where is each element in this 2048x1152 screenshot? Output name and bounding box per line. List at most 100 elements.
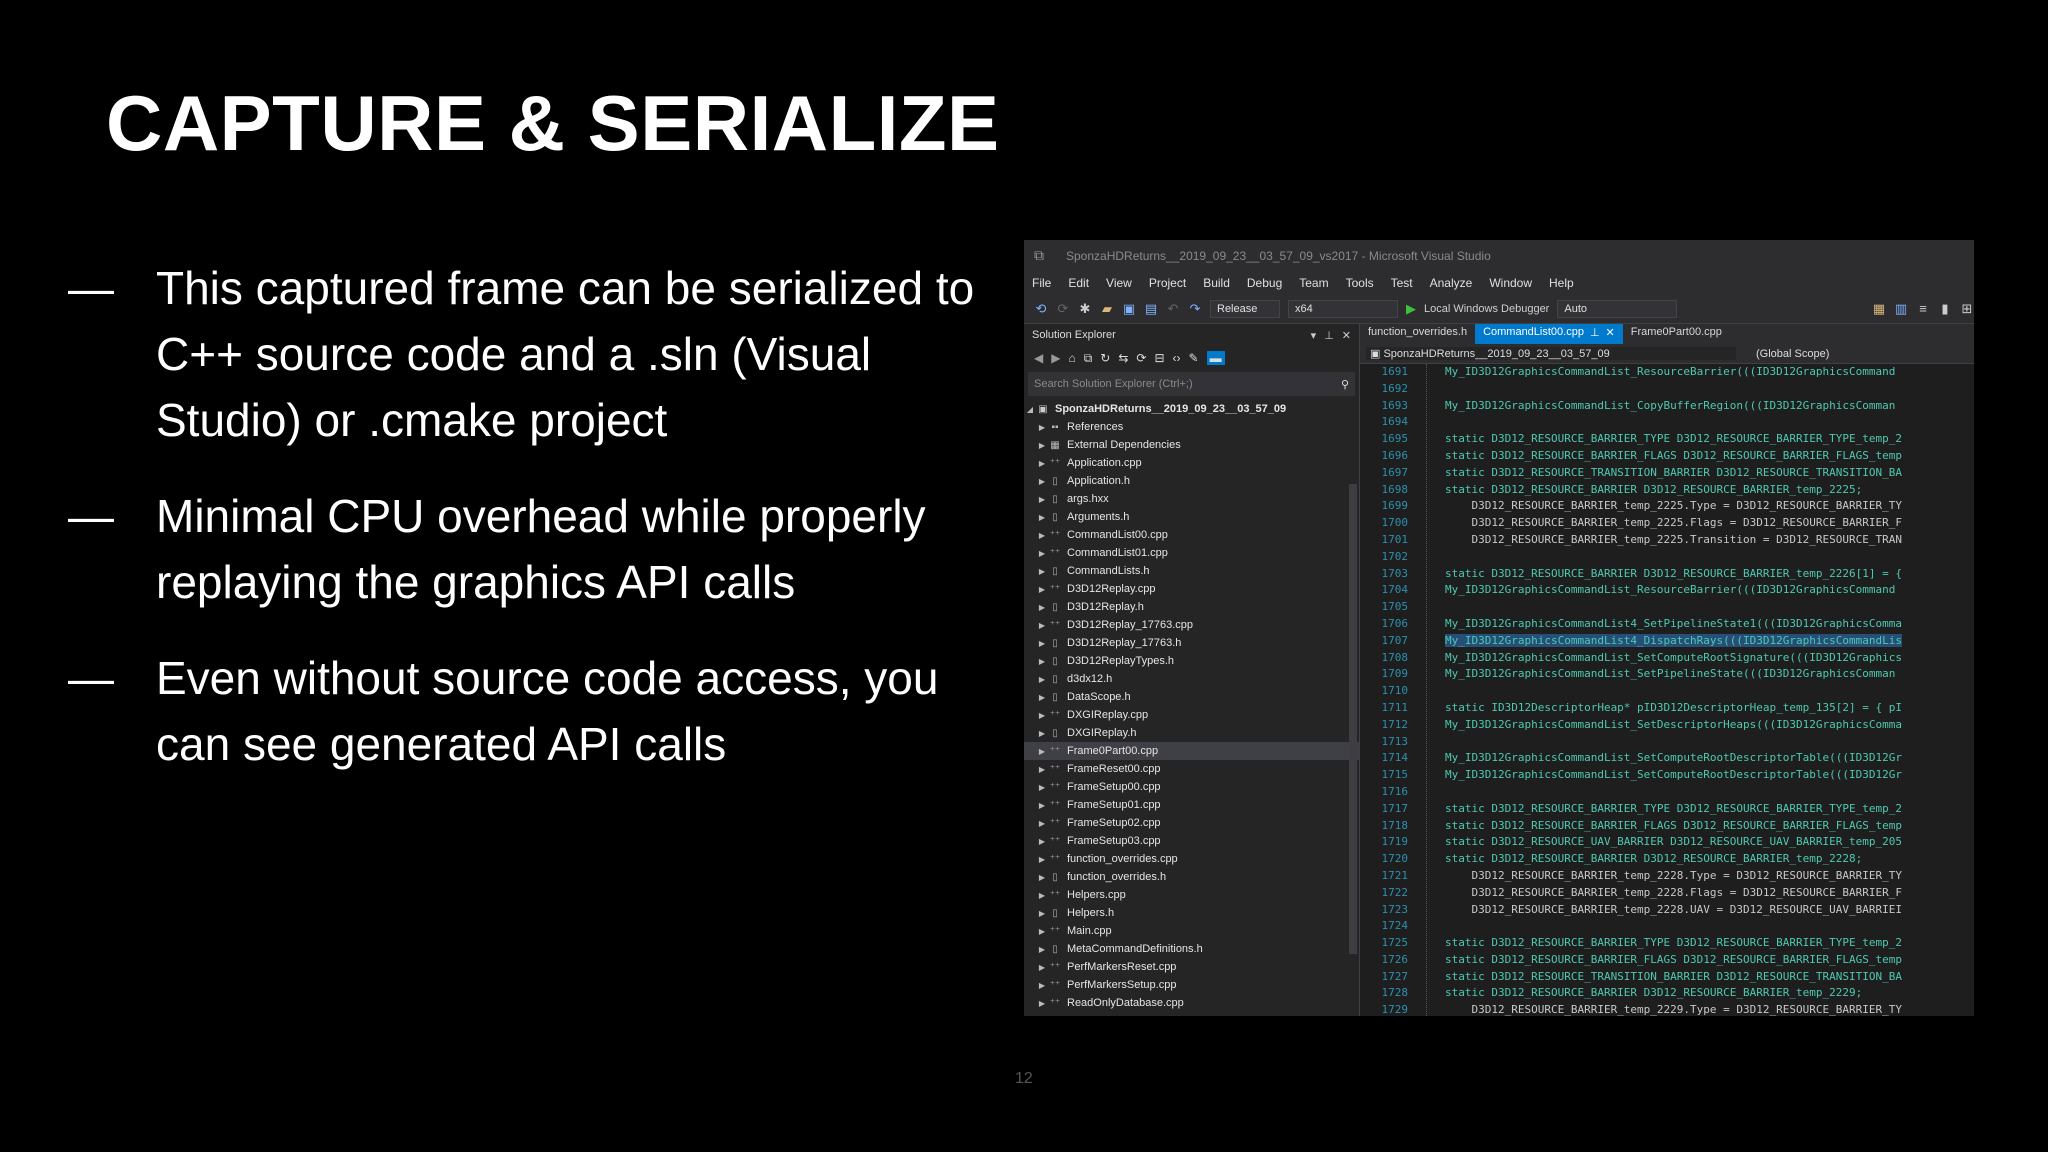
collapsed-arrow-icon[interactable]: ▶ <box>1036 639 1048 648</box>
tree-item[interactable]: ▶ ⁺⁺ FrameSetup01.cpp <box>1024 796 1359 814</box>
collapsed-arrow-icon[interactable]: ▶ <box>1036 513 1048 522</box>
tree-item[interactable]: ▶ ▯ Arguments.h <box>1024 508 1359 526</box>
start-debugging-icon[interactable]: ▶ <box>1406 301 1416 317</box>
collapsed-arrow-icon[interactable]: ▶ <box>1036 567 1048 576</box>
forward-icon[interactable]: ▶ <box>1051 351 1060 365</box>
tree-item[interactable]: ▶ ▦ External Dependencies <box>1024 436 1359 454</box>
tree-item[interactable]: ▶ ⁺⁺ Helpers.cpp <box>1024 886 1359 904</box>
scrollbar-thumb[interactable] <box>1349 484 1357 954</box>
tree-item[interactable]: ▶ ⁺⁺ function_overrides.cpp <box>1024 850 1359 868</box>
refresh-icon[interactable]: ⟳ <box>1136 351 1146 365</box>
solution-explorer-search[interactable]: Search Solution Explorer (Ctrl+;) ⚲ <box>1028 372 1355 396</box>
collapsed-arrow-icon[interactable]: ▶ <box>1036 711 1048 720</box>
tree-item[interactable]: ▶ ▯ D3D12ReplayTypes.h <box>1024 652 1359 670</box>
tree-item[interactable]: ▶ ⁺⁺ D3D12Replay_17763.cpp <box>1024 616 1359 634</box>
tree-item[interactable]: ▶ ⁺⁺ FrameSetup00.cpp <box>1024 778 1359 796</box>
toolbar-tool-icon[interactable]: ▥ <box>1894 301 1908 317</box>
toolbar-tool-icon[interactable]: ⊞ <box>1960 301 1974 317</box>
collapsed-arrow-icon[interactable]: ▶ <box>1036 909 1048 918</box>
tree-item[interactable]: ▶ ⁺⁺ CommandList01.cpp <box>1024 544 1359 562</box>
collapsed-arrow-icon[interactable]: ▶ <box>1036 729 1048 738</box>
tab-frame0part00-cpp[interactable]: Frame0Part00.cpp <box>1623 324 1730 344</box>
code-area[interactable]: 1691 1692 1693 1694 1695 1696 1697 1698 1699 1700… <box>1360 364 1974 1016</box>
tree-item[interactable]: ▶ ⁺⁺ FrameSetup03.cpp <box>1024 832 1359 850</box>
properties-icon[interactable]: ✎ <box>1189 351 1199 365</box>
save-icon[interactable]: ▣ <box>1122 301 1136 317</box>
back-icon[interactable]: ◀ <box>1034 351 1043 365</box>
code-view-icon[interactable]: ‹› <box>1173 351 1181 365</box>
search-icon[interactable]: ⚲ <box>1341 378 1349 391</box>
collapse-all-icon[interactable]: ⊟ <box>1154 351 1164 365</box>
collapsed-arrow-icon[interactable]: ▶ <box>1036 477 1048 486</box>
collapsed-arrow-icon[interactable]: ▶ <box>1036 441 1048 450</box>
collapsed-arrow-icon[interactable]: ▶ <box>1036 765 1048 774</box>
tree-item[interactable]: ▶ ▪▪ References <box>1024 418 1359 436</box>
tree-item[interactable]: ▶ ⁺⁺ FrameReset00.cpp <box>1024 760 1359 778</box>
collapsed-arrow-icon[interactable]: ▶ <box>1036 531 1048 540</box>
code-text[interactable]: My_ID3D12GraphicsCommandList_ResourceBar… <box>1426 364 1974 1016</box>
collapsed-arrow-icon[interactable]: ▶ <box>1036 873 1048 882</box>
tree-item[interactable]: ▶ ⁺⁺ Frame0Part00.cpp <box>1024 742 1359 760</box>
platform-dropdown[interactable]: x64 <box>1288 299 1398 318</box>
collapsed-arrow-icon[interactable]: ▶ <box>1036 981 1048 990</box>
switch-views-icon[interactable]: ⧉ <box>1084 351 1093 366</box>
expanded-arrow-icon[interactable]: ◢ <box>1024 405 1036 414</box>
collapsed-arrow-icon[interactable]: ▶ <box>1036 945 1048 954</box>
collapsed-arrow-icon[interactable]: ▶ <box>1036 693 1048 702</box>
collapsed-arrow-icon[interactable]: ▶ <box>1036 621 1048 630</box>
tab-function-overrides-h[interactable]: function_overrides.h <box>1360 324 1475 344</box>
menu-project[interactable]: Project <box>1149 276 1186 290</box>
collapsed-arrow-icon[interactable]: ▶ <box>1036 999 1048 1008</box>
open-folder-icon[interactable]: ▰ <box>1100 301 1114 317</box>
tree-item[interactable]: ▶ ⁺⁺ PerfMarkersReset.cpp <box>1024 958 1359 976</box>
forward-icon[interactable]: ⟳ <box>1056 301 1070 317</box>
tree-item[interactable]: ▶ ⁺⁺ FrameSetup02.cpp <box>1024 814 1359 832</box>
tree-item[interactable]: ▶ ▯ d3dx12.h <box>1024 670 1359 688</box>
pin-icon[interactable]: ⊥ <box>1324 329 1334 342</box>
tree-item[interactable]: ▶ ▯ Application.h <box>1024 472 1359 490</box>
preview-icon[interactable]: ▬ <box>1206 351 1225 365</box>
tree-item[interactable]: ▶ ▯ CommandLists.h <box>1024 562 1359 580</box>
menu-build[interactable]: Build <box>1203 276 1230 290</box>
collapsed-arrow-icon[interactable]: ▶ <box>1036 549 1048 558</box>
tree-item[interactable]: ▶ ▯ MetaCommandDefinitions.h <box>1024 940 1359 958</box>
tree-item[interactable]: ▶ ⁺⁺ DXGIReplay.cpp <box>1024 706 1359 724</box>
pin-icon[interactable]: ⊥ <box>1590 326 1600 342</box>
collapsed-arrow-icon[interactable]: ▶ <box>1036 837 1048 846</box>
close-icon[interactable]: ✕ <box>1342 329 1351 342</box>
solution-root[interactable]: ◢ ▣ SponzaHDReturns__2019_09_23__03_57_0… <box>1024 400 1359 418</box>
scope-dropdown[interactable]: (Global Scope) <box>1736 348 1829 360</box>
collapsed-arrow-icon[interactable]: ▶ <box>1036 495 1048 504</box>
tree-item[interactable]: ▶ ⁺⁺ Main.cpp <box>1024 922 1359 940</box>
collapsed-arrow-icon[interactable]: ▶ <box>1036 801 1048 810</box>
comment-icon[interactable]: ≡ <box>1916 301 1930 316</box>
sync-icon[interactable]: ⇆ <box>1118 351 1128 365</box>
collapsed-arrow-icon[interactable]: ▶ <box>1036 963 1048 972</box>
collapsed-arrow-icon[interactable]: ▶ <box>1036 747 1048 756</box>
tree-item[interactable]: ▶ ▯ DXGIReplay.h <box>1024 724 1359 742</box>
collapsed-arrow-icon[interactable]: ▶ <box>1036 891 1048 900</box>
menu-team[interactable]: Team <box>1299 276 1328 290</box>
collapsed-arrow-icon[interactable]: ▶ <box>1036 819 1048 828</box>
home-icon[interactable]: ⌂ <box>1068 351 1075 365</box>
tree-item[interactable]: ▶ ⁺⁺ CommandList00.cpp <box>1024 526 1359 544</box>
menu-view[interactable]: View <box>1106 276 1132 290</box>
tree-item[interactable]: ▶ ▯ Helpers.h <box>1024 904 1359 922</box>
menu-file[interactable]: File <box>1032 276 1051 290</box>
collapsed-arrow-icon[interactable]: ▶ <box>1036 657 1048 666</box>
tree-item[interactable]: ▶ ⁺⁺ PerfMarkersSetup.cpp <box>1024 976 1359 994</box>
menu-debug[interactable]: Debug <box>1247 276 1282 290</box>
tree-item[interactable]: ▶ ▯ function_overrides.h <box>1024 868 1359 886</box>
collapsed-arrow-icon[interactable]: ▶ <box>1036 459 1048 468</box>
dropdown-arrow-icon[interactable]: ▾ <box>1311 329 1317 342</box>
collapsed-arrow-icon[interactable]: ▶ <box>1036 783 1048 792</box>
tree-item[interactable]: ▶ ⁺⁺ D3D12Replay.cpp <box>1024 580 1359 598</box>
menu-help[interactable]: Help <box>1549 276 1574 290</box>
new-project-icon[interactable]: ✱ <box>1078 301 1092 317</box>
tree-item[interactable]: ▶ ▯ DataScope.h <box>1024 688 1359 706</box>
toolbar-tool-icon[interactable]: ▦ <box>1872 301 1886 317</box>
tab-commandlist00-cpp[interactable]: CommandList00.cpp ⊥ ✕ <box>1475 324 1623 344</box>
collapsed-arrow-icon[interactable]: ▶ <box>1036 675 1048 684</box>
tree-item[interactable]: ▶ ▯ D3D12Replay.h <box>1024 598 1359 616</box>
collapsed-arrow-icon[interactable]: ▶ <box>1036 855 1048 864</box>
